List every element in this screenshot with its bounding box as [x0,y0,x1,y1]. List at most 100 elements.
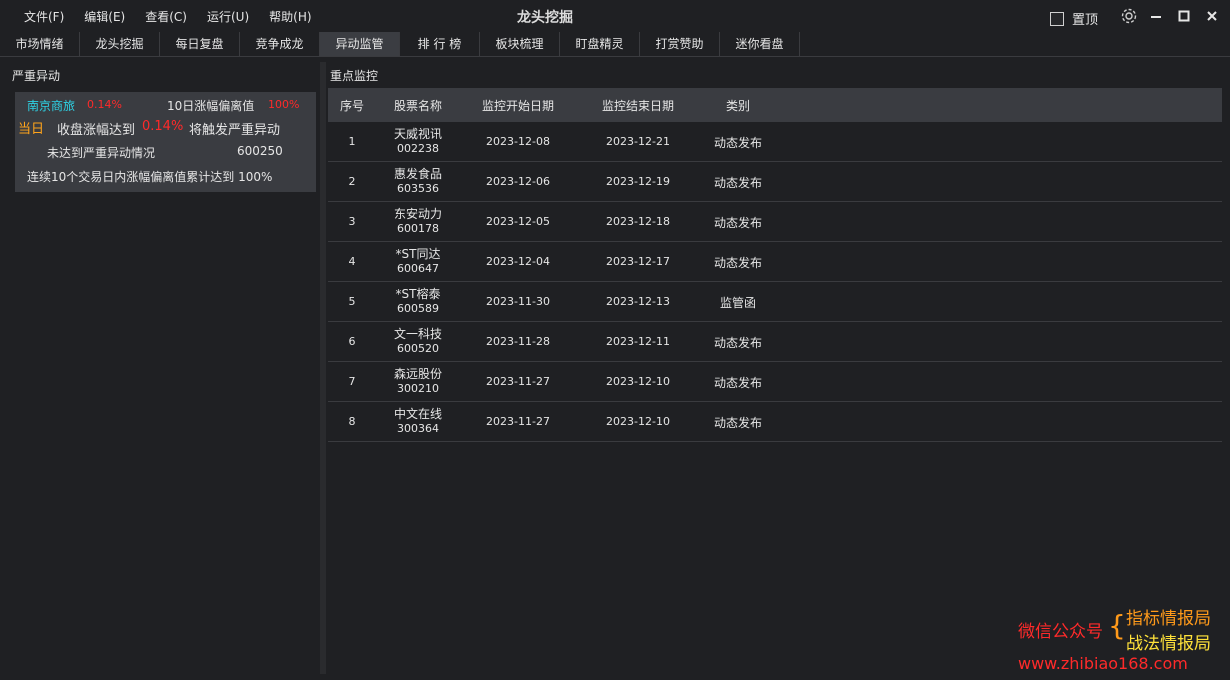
tab-abnormal-monitor[interactable]: 异动监管 [320,32,400,56]
severe-abnormal-title: 严重异动 [12,69,61,83]
key-monitor-title: 重点监控 [330,69,379,83]
row-name: 文一科技 [393,327,442,341]
row-name-cell: 东安动力 600178 [378,207,458,236]
watermark-line2: 战法情报局 [1126,634,1211,654]
table-row[interactable]: 7 森远股份 300210 2023-11-27 2023-12-10 动态发布 [328,362,1222,402]
deviation-label: 10日涨幅偏离值 [167,99,255,113]
row-name-cell: 惠发食品 603536 [378,167,458,196]
row-type: 动态发布 [713,216,762,230]
tab-mini-view[interactable]: 迷你看盘 [720,32,800,56]
table-row[interactable]: 2 惠发食品 603536 2023-12-06 2023-12-19 动态发布 [328,162,1222,202]
row-num: 8 [348,415,356,428]
row-num: 2 [348,175,356,188]
tab-market-sentiment[interactable]: 市场情绪 [0,32,80,56]
row-name-cell: 天威视讯 002238 [378,127,458,156]
row-name: 中文在线 [393,407,442,421]
row-end: 2023-12-18 [606,215,670,228]
row-start: 2023-11-27 [486,375,550,388]
row-name: *ST同达 [395,247,441,261]
row-code: 600647 [397,262,439,275]
pin-checkbox[interactable] [1050,11,1064,26]
deviation-value: 100% [268,98,300,111]
minimize-icon[interactable] [1146,6,1166,26]
row-type: 动态发布 [713,176,762,190]
severe-abnormal-card: 南京商旅 0.14% 10日涨幅偏离值 100% 当日 收盘涨幅达到 0.14%… [15,92,316,192]
tab-sector[interactable]: 板块梳理 [480,32,560,56]
row-end: 2023-12-13 [606,295,670,308]
row-start: 2023-11-28 [486,335,550,348]
today-label: 当日 [18,122,45,137]
row-type: 动态发布 [713,376,762,390]
tab-donate[interactable]: 打赏赞助 [640,32,720,56]
row-start: 2023-11-27 [486,415,550,428]
tab-watch-sprite[interactable]: 盯盘精灵 [560,32,640,56]
tab-bar: 市场情绪 龙头挖掘 每日复盘 竞争成龙 异动监管 排 行 榜 板块梳理 盯盘精灵… [0,32,1230,57]
close-icon[interactable] [1202,6,1222,26]
table-row[interactable]: 6 文一科技 600520 2023-11-28 2023-12-11 动态发布 [328,322,1222,362]
pin-toggle[interactable]: 置顶 [1050,9,1098,28]
table-row[interactable]: 1 天威视讯 002238 2023-12-08 2023-12-21 动态发布 [328,122,1222,162]
row-num: 5 [348,295,356,308]
row-name: 东安动力 [393,207,442,221]
title-bar: 文件(F) 编辑(E) 查看(C) 运行(U) 帮助(H) 龙头挖掘 置顶 [0,0,1230,32]
close-text: 收盘涨幅达到 [57,123,136,138]
table-row[interactable]: 4 *ST同达 600647 2023-12-04 2023-12-17 动态发布 [328,242,1222,282]
row-name: 森远股份 [393,367,442,381]
rule-footer: 连续10个交易日内涨幅偏离值累计达到 100% [27,170,273,184]
row-start: 2023-11-30 [486,295,550,308]
row-start: 2023-12-04 [486,255,550,268]
close-pct: 0.14% [142,119,184,134]
row-num: 6 [348,335,356,348]
row-code: 002238 [397,142,439,155]
table-header: 序号 股票名称 监控开始日期 监控结束日期 类别 [328,88,1222,122]
gear-icon[interactable] [1119,6,1139,26]
monitor-table: 序号 股票名称 监控开始日期 监控结束日期 类别 1 天威视讯 002238 20… [328,88,1222,674]
row-start: 2023-12-05 [486,215,550,228]
tab-leader-mining[interactable]: 龙头挖掘 [80,32,160,56]
tab-compete[interactable]: 竞争成龙 [240,32,320,56]
header-name[interactable]: 股票名称 [378,97,458,114]
table-row[interactable]: 3 东安动力 600178 2023-12-05 2023-12-18 动态发布 [328,202,1222,242]
row-end: 2023-12-19 [606,175,670,188]
row-start: 2023-12-08 [486,135,550,148]
row-type: 动态发布 [713,256,762,270]
row-name-cell: *ST榕泰 600589 [378,287,458,316]
row-end: 2023-12-17 [606,255,670,268]
watermark-wechat: 微信公众号 [1018,622,1103,642]
row-start: 2023-12-06 [486,175,550,188]
table-row[interactable]: 8 中文在线 300364 2023-11-27 2023-12-10 动态发布 [328,402,1222,442]
header-type[interactable]: 类别 [698,97,778,114]
row-name: 天威视讯 [393,127,442,141]
row-code: 603536 [397,182,439,195]
header-end[interactable]: 监控结束日期 [588,97,688,114]
row-name: *ST榕泰 [395,287,441,301]
maximize-icon[interactable] [1174,6,1194,26]
row-end: 2023-12-11 [606,335,670,348]
row-end: 2023-12-10 [606,415,670,428]
row-code: 600589 [397,302,439,315]
row-num: 7 [348,375,356,388]
header-num[interactable]: 序号 [332,97,372,114]
row-name-cell: 中文在线 300364 [378,407,458,436]
table-row[interactable]: 5 *ST榕泰 600589 2023-11-30 2023-12-13 监管函 [328,282,1222,322]
row-code: 300364 [397,422,439,435]
row-name: 惠发食品 [393,167,442,181]
row-end: 2023-12-10 [606,375,670,388]
row-name-cell: *ST同达 600647 [378,247,458,276]
app-title: 龙头挖掘 [517,10,573,26]
row-name-cell: 森远股份 300210 [378,367,458,396]
row-end: 2023-12-21 [606,135,670,148]
stock-name[interactable]: 南京商旅 [27,97,75,114]
header-start[interactable]: 监控开始日期 [468,97,568,114]
row-type: 动态发布 [713,336,762,350]
row-num: 1 [348,135,356,148]
watermark-url: www.zhibiao168.com [1018,654,1188,673]
stock-code: 600250 [237,144,283,158]
tab-ranking[interactable]: 排 行 榜 [400,32,480,56]
not-reached-text: 未达到严重异动情况 [47,146,156,160]
panel-splitter[interactable] [320,62,326,674]
tab-daily-review[interactable]: 每日复盘 [160,32,240,56]
row-code: 600520 [397,342,439,355]
row-num: 4 [348,255,356,268]
row-type: 动态发布 [713,416,762,430]
